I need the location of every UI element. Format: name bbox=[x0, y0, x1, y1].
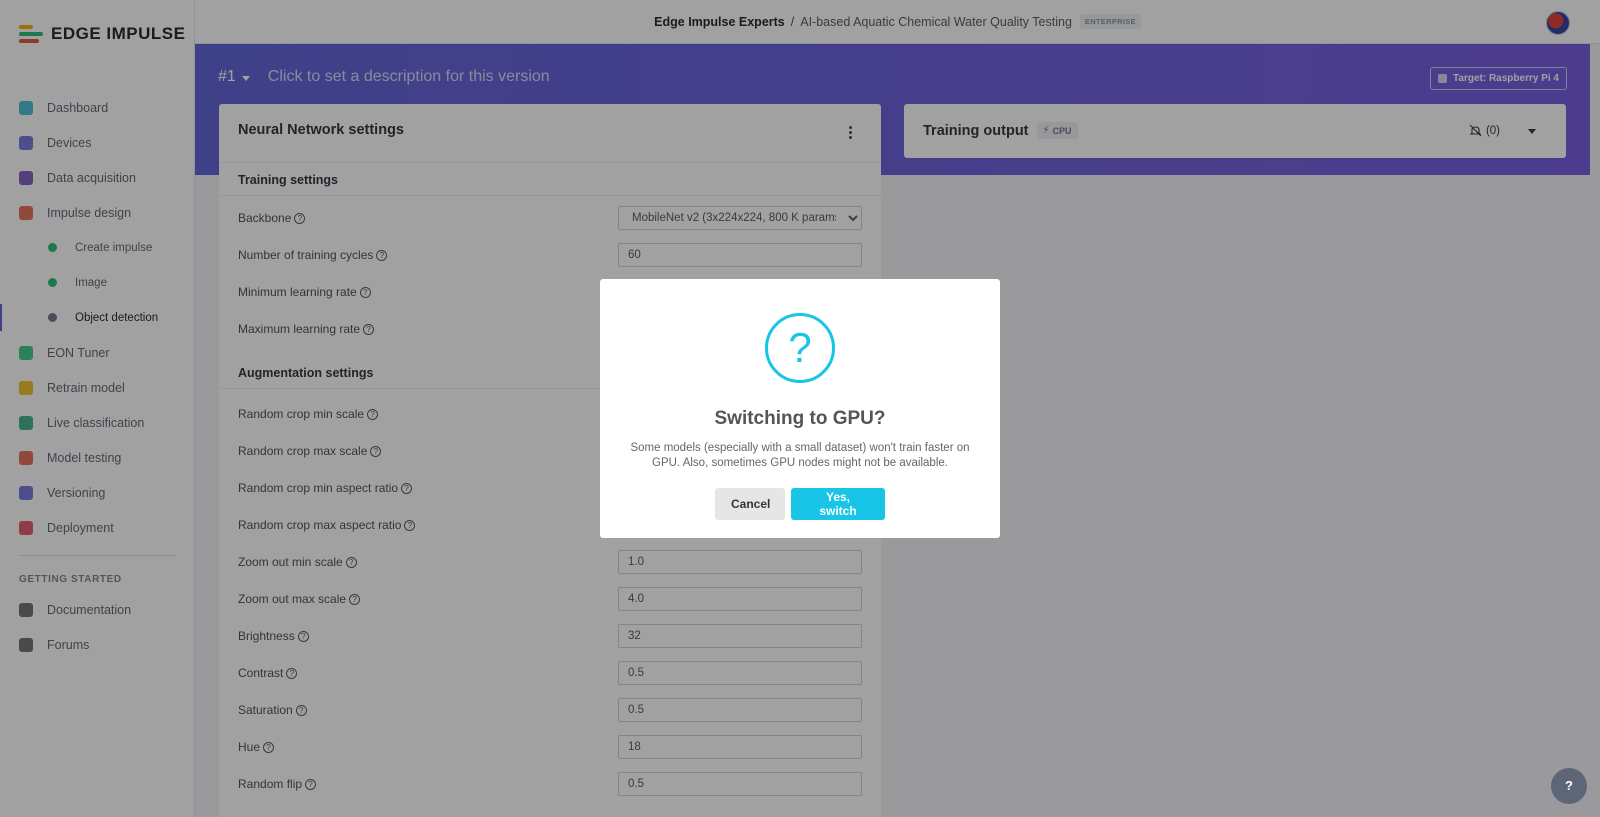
dialog-message: Some models (especially with a small dat… bbox=[630, 442, 970, 469]
question-icon: ? bbox=[765, 313, 835, 383]
switch-gpu-dialog: ? Switching to GPU? Some models (especia… bbox=[600, 279, 1000, 538]
dialog-title: Switching to GPU? bbox=[714, 408, 886, 429]
cancel-button[interactable]: Cancel bbox=[715, 488, 785, 520]
help-button[interactable]: ? bbox=[1551, 768, 1587, 804]
dialog-actions: Cancel Yes, switch bbox=[600, 488, 1000, 520]
confirm-switch-button[interactable]: Yes, switch bbox=[791, 488, 885, 520]
